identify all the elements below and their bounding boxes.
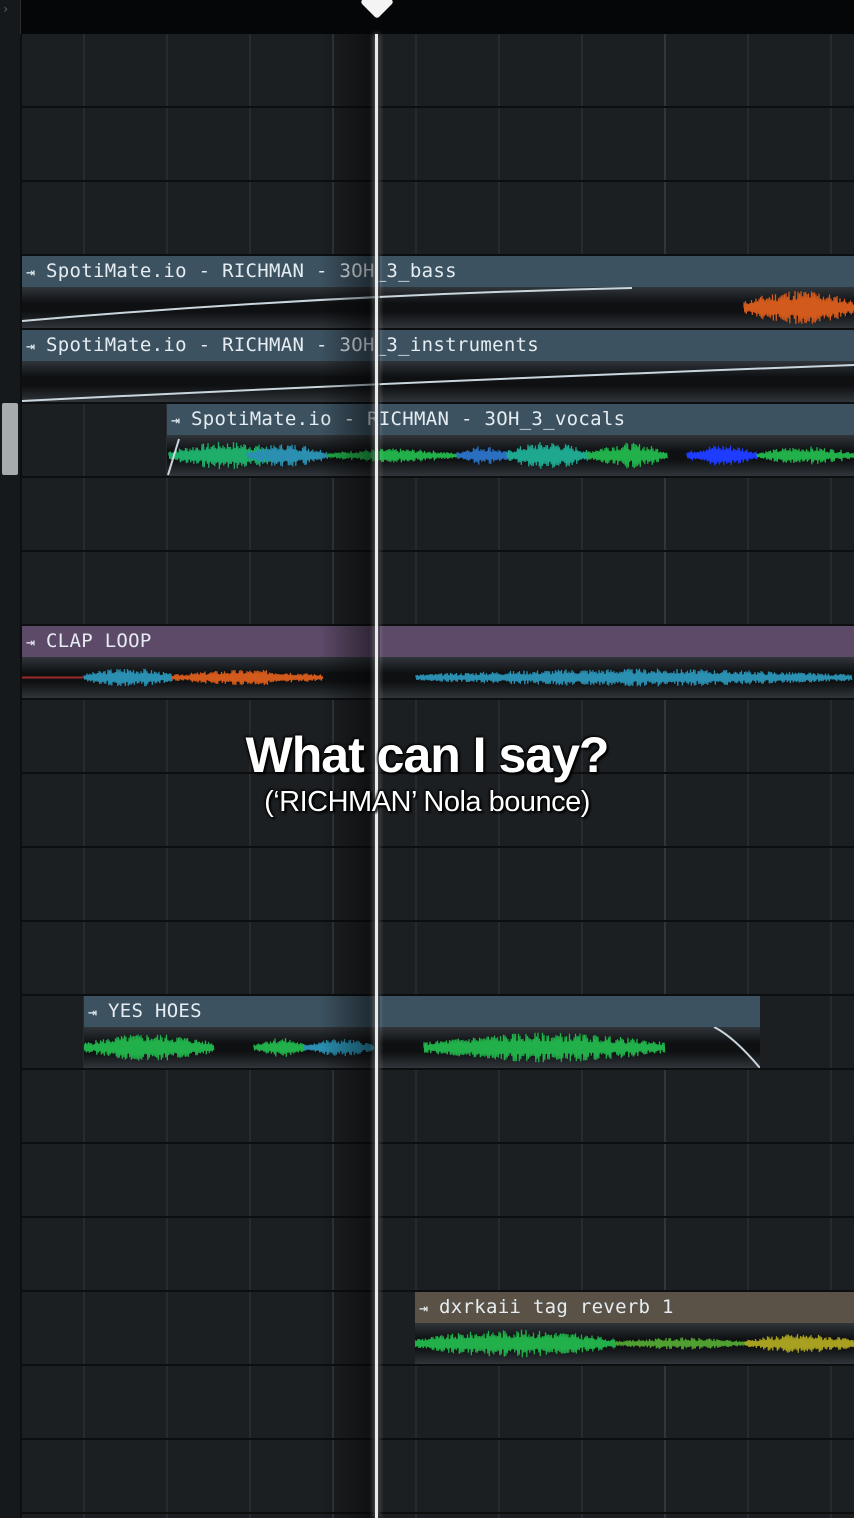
play-arrow-icon: ⇥ — [26, 633, 36, 651]
clip-header[interactable]: ⇥ SpotiMate.io - RICHMAN - 3OH_3_bass — [22, 256, 854, 287]
clip-yes-hoes[interactable]: ⇥ YES HOES — [84, 996, 760, 1068]
clip-instruments[interactable]: ⇥ SpotiMate.io - RICHMAN - 3OH_3_instrume… — [22, 330, 854, 402]
clip-name: SpotiMate.io - RICHMAN - 3OH_3_bass — [46, 260, 457, 282]
play-arrow-icon: ⇥ — [88, 1003, 98, 1021]
clip-header[interactable]: ⇥ dxrkaii tag reverb 1 — [415, 1292, 854, 1323]
clip-name: YES HOES — [108, 1000, 202, 1022]
clip-clap-loop[interactable]: ⇥ CLAP LOOP — [22, 626, 854, 698]
scrollbar-thumb[interactable] — [2, 403, 18, 475]
clip-waveform — [22, 657, 854, 698]
caption-subtitle: (‘RICHMAN’ Nola bounce) — [264, 786, 590, 818]
clip-name: SpotiMate.io - RICHMAN - 3OH_3_vocals — [191, 408, 626, 430]
clip-name: dxrkaii tag reverb 1 — [439, 1296, 674, 1318]
clip-waveform — [22, 361, 854, 402]
clip-name: SpotiMate.io - RICHMAN - 3OH_3_instrumen… — [46, 334, 540, 356]
timeline-ruler[interactable]: › — [0, 0, 854, 35]
clip-waveform — [84, 1027, 760, 1068]
play-arrow-icon: ⇥ — [26, 337, 36, 355]
clip-vocals[interactable]: ⇥ SpotiMate.io - RICHMAN - 3OH_3_vocals — [167, 404, 854, 476]
clip-header[interactable]: ⇥ YES HOES — [84, 996, 760, 1027]
clip-waveform — [22, 287, 854, 328]
chevron-icon: › — [2, 2, 10, 16]
clip-header[interactable]: ⇥ SpotiMate.io - RICHMAN - 3OH_3_instrume… — [22, 330, 854, 361]
clip-header[interactable]: ⇥ SpotiMate.io - RICHMAN - 3OH_3_vocals — [167, 404, 854, 435]
clip-name: CLAP LOOP — [46, 630, 152, 652]
play-arrow-icon: ⇥ — [26, 263, 36, 281]
clip-waveform — [415, 1323, 854, 1364]
play-arrow-icon: ⇥ — [419, 1299, 429, 1317]
clip-header[interactable]: ⇥ CLAP LOOP — [22, 626, 854, 657]
clip-waveform — [167, 435, 854, 476]
clip-bass[interactable]: ⇥ SpotiMate.io - RICHMAN - 3OH_3_bass — [22, 256, 854, 328]
ruler-corner: › — [0, 0, 21, 34]
play-arrow-icon: ⇥ — [171, 411, 181, 429]
clip-tag-reverb[interactable]: ⇥ dxrkaii tag reverb 1 — [415, 1292, 854, 1364]
caption-title: What can I say? — [245, 727, 610, 783]
